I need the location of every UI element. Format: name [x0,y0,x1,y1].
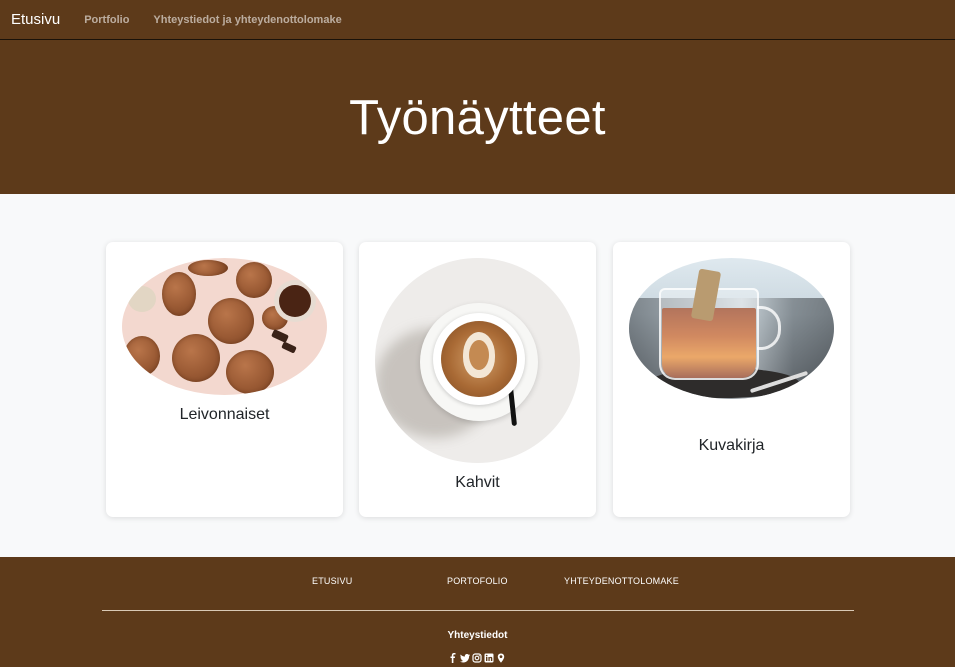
cookie-shape [162,272,196,316]
top-navbar: Etusivu Portfolio Yhteystiedot ja yhteyd… [0,0,955,40]
footer-nav: ETUSIVU PORTOFOLIO YHTEYDENOTTOLOMAKE [0,576,955,590]
latte-photo[interactable] [375,258,580,463]
footer-link-yhteydenottolomake[interactable]: YHTEYDENOTTOLOMAKE [564,576,679,586]
instagram-icon[interactable] [472,653,482,663]
card-title: Kuvakirja [698,437,765,454]
nuts-bowl-shape [128,286,156,312]
card-title: Leivonnaiset [179,406,270,423]
chocolate-bowl-shape [279,285,311,317]
cookie-shape [188,260,228,276]
nav-link-contact[interactable]: Yhteystiedot ja yhteydenottolomake [153,14,341,26]
card-leivonnaiset[interactable]: Leivonnaiset [106,242,343,517]
footer-link-etusivu[interactable]: ETUSIVU [312,576,352,586]
cookie-shape [172,334,220,382]
nav-link-portfolio[interactable]: Portfolio [84,14,129,26]
chocolate-piece [271,328,289,344]
portfolio-section: Leivonnaiset Kahvit Kuvakirja [0,194,955,557]
cookie-shape [124,336,160,376]
twitter-icon[interactable] [460,653,470,663]
cookies-photo[interactable] [122,258,327,395]
cookie-shape [208,298,254,344]
social-icons [448,653,506,663]
cookie-shape [226,350,274,394]
contact-heading: Yhteystiedot [447,630,508,641]
chocolate-piece [281,341,297,354]
footer-divider [102,610,854,611]
site-footer: ETUSIVU PORTOFOLIO YHTEYDENOTTOLOMAKE Yh… [0,557,955,667]
hero-banner: Työnäytteet [0,40,955,194]
latte-art-inner-shape [469,340,489,370]
location-pin-icon[interactable] [496,653,506,663]
page-title: Työnäytteet [349,91,606,145]
card-title: Kahvit [455,474,500,491]
navbar-brand-link[interactable]: Etusivu [11,11,60,28]
cookie-shape [236,262,272,298]
tea-glass-photo[interactable] [629,258,834,399]
linkedin-icon[interactable] [484,653,494,663]
card-kahvit[interactable]: Kahvit [359,242,596,517]
facebook-icon[interactable] [448,653,458,663]
footer-link-portofolio[interactable]: PORTOFOLIO [447,576,508,586]
card-kuvakirja[interactable]: Kuvakirja [613,242,850,517]
